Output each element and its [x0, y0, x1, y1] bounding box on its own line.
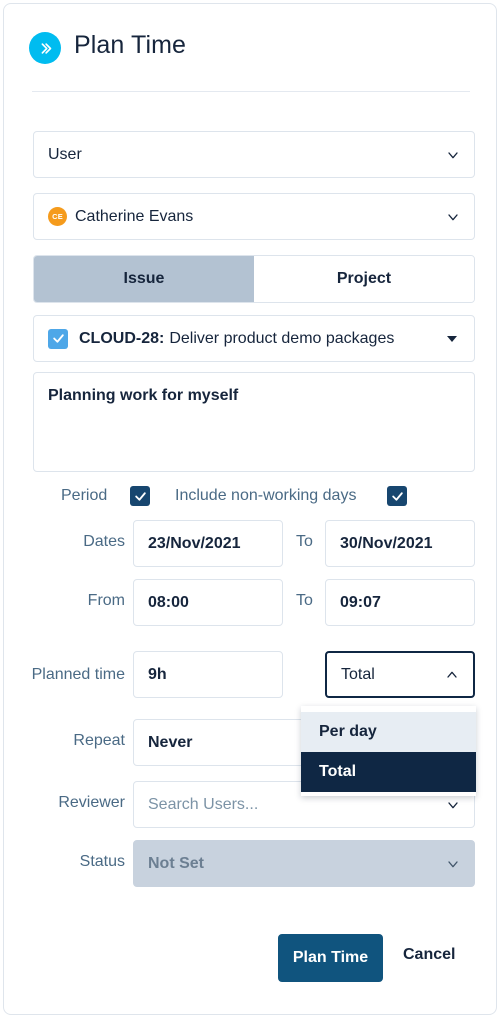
status-label: Status	[79, 853, 125, 870]
description-textarea[interactable]: Planning work for myself	[33, 372, 475, 472]
dropdown-option-per-day[interactable]: Per day	[301, 712, 476, 752]
plan-time-dialog: Plan Time User CE Catherine Evans Issue …	[3, 3, 497, 1015]
dropdown-option-total[interactable]: Total	[301, 752, 476, 792]
user-select-value: Catherine Evans	[75, 207, 194, 225]
planned-time-label: Planned time	[31, 666, 125, 683]
scope-select[interactable]: User	[33, 131, 475, 178]
issue-selector[interactable]: CLOUD-28: Deliver product demo packages	[33, 315, 475, 362]
time-to-input[interactable]: 09:07	[325, 579, 475, 626]
scope-select-value: User	[48, 145, 82, 163]
chevron-down-icon	[445, 209, 461, 225]
tab-issue[interactable]: Issue	[34, 256, 254, 302]
reviewer-label: Reviewer	[58, 794, 125, 811]
include-non-working-days-label: Include non-working days	[175, 487, 357, 504]
header-divider	[32, 91, 470, 92]
planned-time-unit-select[interactable]: Total	[325, 651, 475, 698]
time-from-input[interactable]: 08:00	[133, 579, 283, 626]
planned-time-unit-dropdown: Per day Total	[301, 706, 476, 796]
time-from-label: From	[87, 592, 125, 609]
plan-time-button[interactable]: Plan Time	[278, 934, 383, 982]
cancel-button[interactable]: Cancel	[403, 946, 455, 964]
include-non-working-days-checkbox[interactable]	[387, 486, 407, 506]
avatar: CE	[48, 207, 67, 226]
chevron-down-icon	[445, 797, 461, 813]
dates-label: Dates	[83, 533, 125, 550]
date-to-input[interactable]: 30/Nov/2021	[325, 520, 475, 567]
period-checkbox[interactable]	[130, 486, 150, 506]
dialog-header: Plan Time	[4, 4, 496, 92]
user-select[interactable]: CE Catherine Evans	[33, 193, 475, 240]
status-select: Not Set	[133, 840, 475, 887]
issue-summary: Deliver product demo packages	[169, 329, 395, 347]
period-label: Period	[61, 487, 108, 504]
time-to-label: To	[296, 592, 313, 609]
chevron-down-icon	[445, 856, 461, 872]
status-value: Not Set	[148, 854, 204, 872]
chevron-up-icon	[444, 667, 460, 683]
planned-time-unit-value: Total	[341, 665, 375, 683]
reviewer-placeholder: Search Users...	[148, 795, 259, 813]
double-chevron-right-icon	[29, 32, 61, 64]
caret-down-icon[interactable]	[447, 335, 457, 342]
page-title: Plan Time	[74, 31, 187, 59]
tab-project[interactable]: Project	[254, 256, 474, 302]
planned-time-input[interactable]: 9h	[133, 651, 283, 698]
dates-to-label: To	[296, 533, 313, 550]
date-from-input[interactable]: 23/Nov/2021	[133, 520, 283, 567]
chevron-down-icon	[445, 147, 461, 163]
repeat-label: Repeat	[73, 732, 125, 749]
issue-checkbox[interactable]	[48, 328, 68, 349]
issue-key: CLOUD-28:	[79, 329, 165, 347]
scope-tabs: Issue Project	[33, 255, 475, 303]
